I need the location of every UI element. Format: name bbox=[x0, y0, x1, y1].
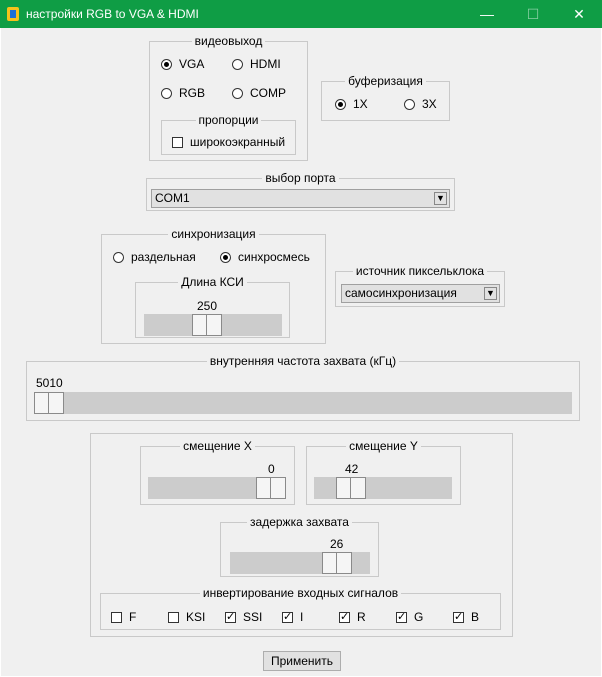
radio-hdmi-label: HDMI bbox=[250, 57, 281, 71]
radio-1x[interactable]: 1X bbox=[335, 97, 368, 111]
radio-rgb-label: RGB bbox=[179, 86, 206, 100]
port-select[interactable]: COM1 ▼ bbox=[151, 189, 450, 208]
ksi-value: 250 bbox=[197, 299, 218, 313]
chevron-down-icon[interactable]: ▼ bbox=[434, 192, 447, 205]
radio-indicator bbox=[232, 58, 243, 70]
radio-vga[interactable]: VGA bbox=[161, 57, 204, 71]
radio-1x-label: 1X bbox=[353, 97, 368, 111]
ksi-slider-thumb[interactable] bbox=[192, 314, 222, 336]
capture-freq-slider[interactable] bbox=[34, 392, 572, 414]
port-select-value: COM1 bbox=[155, 191, 190, 205]
invert-r-checkbox[interactable]: ✓ R bbox=[339, 610, 366, 624]
video-output-legend: видеовыход bbox=[194, 34, 263, 48]
invert-ksi-label: KSI bbox=[186, 610, 206, 624]
invert-i-checkbox[interactable]: ✓ I bbox=[282, 610, 303, 624]
offset-x-legend: смещение X bbox=[183, 439, 252, 453]
offset-y-legend: смещение Y bbox=[349, 439, 418, 453]
pixel-clock-select[interactable]: самосинхронизация ▼ bbox=[341, 284, 500, 303]
ksi-slider[interactable] bbox=[144, 314, 282, 336]
apply-button[interactable]: Применить bbox=[263, 651, 341, 671]
offset-y-slider-thumb[interactable] bbox=[336, 477, 366, 499]
invert-g-label: G bbox=[414, 610, 424, 624]
radio-separate-label: раздельная bbox=[131, 250, 196, 264]
radio-rgb[interactable]: RGB bbox=[161, 86, 205, 100]
capture-freq-legend: внутренняя частота захвата (кГц) bbox=[209, 354, 397, 368]
invert-i-label: I bbox=[300, 610, 304, 624]
offset-x-slider-thumb[interactable] bbox=[256, 477, 286, 499]
chevron-down-icon[interactable]: ▼ bbox=[484, 287, 497, 300]
checkbox-indicator: ✓ bbox=[396, 610, 407, 623]
offset-y-slider[interactable] bbox=[314, 477, 452, 499]
invert-legend: инвертирование входных сигналов bbox=[202, 586, 399, 600]
maximize-button[interactable]: ☐ bbox=[510, 0, 556, 28]
radio-3x[interactable]: 3X bbox=[404, 97, 437, 111]
window-client: видеовыход VGA HDMI RGB COMP пропорции ш… bbox=[1, 28, 601, 676]
widescreen-label: широкоэкранный bbox=[190, 135, 286, 149]
app-icon bbox=[7, 7, 19, 21]
invert-r-label: R bbox=[357, 610, 366, 624]
invert-f-checkbox[interactable]: F bbox=[111, 610, 136, 624]
pixel-clock-select-value: самосинхронизация bbox=[345, 286, 457, 300]
radio-composite-sync[interactable]: синхросмесь bbox=[220, 250, 310, 264]
radio-indicator bbox=[404, 98, 415, 110]
offset-y-value: 42 bbox=[345, 462, 359, 476]
invert-ssi-checkbox[interactable]: ✓ SSI bbox=[225, 610, 262, 624]
radio-comp[interactable]: COMP bbox=[232, 86, 286, 100]
widescreen-checkbox[interactable]: широкоэкранный bbox=[172, 135, 285, 149]
radio-composite-sync-label: синхросмесь bbox=[238, 250, 310, 264]
radio-separate[interactable]: раздельная bbox=[113, 250, 196, 264]
invert-g-checkbox[interactable]: ✓ G bbox=[396, 610, 423, 624]
radio-3x-label: 3X bbox=[422, 97, 437, 111]
invert-f-label: F bbox=[129, 610, 137, 624]
invert-b-label: B bbox=[471, 610, 480, 624]
capture-delay-slider[interactable] bbox=[230, 552, 370, 574]
radio-indicator bbox=[232, 87, 243, 99]
radio-hdmi[interactable]: HDMI bbox=[232, 57, 281, 71]
pixel-clock-legend: источник пиксельклока bbox=[355, 264, 485, 278]
radio-comp-label: COMP bbox=[250, 86, 286, 100]
invert-ssi-label: SSI bbox=[243, 610, 263, 624]
proportions-legend: пропорции bbox=[198, 113, 259, 127]
radio-indicator bbox=[113, 251, 124, 263]
checkbox-indicator bbox=[168, 611, 179, 623]
sync-legend: синхронизация bbox=[171, 227, 256, 241]
port-legend: выбор порта bbox=[265, 171, 336, 185]
checkbox-indicator: ✓ bbox=[282, 610, 293, 623]
title-bar: настройки RGB to VGA & HDMI — ☐ ✕ bbox=[0, 0, 602, 28]
radio-indicator bbox=[161, 87, 172, 99]
capture-freq-value: 5010 bbox=[36, 376, 63, 390]
checkbox-indicator bbox=[172, 136, 183, 148]
checkbox-indicator: ✓ bbox=[225, 610, 236, 623]
checkbox-indicator: ✓ bbox=[453, 610, 464, 623]
buffering-legend: буферизация bbox=[348, 74, 423, 88]
checkbox-indicator: ✓ bbox=[339, 610, 350, 623]
radio-indicator bbox=[335, 98, 346, 110]
window-title: настройки RGB to VGA & HDMI bbox=[26, 7, 199, 21]
radio-indicator bbox=[220, 251, 231, 263]
close-button[interactable]: ✕ bbox=[556, 0, 602, 28]
radio-vga-label: VGA bbox=[179, 57, 205, 71]
radio-indicator bbox=[161, 58, 172, 70]
capture-delay-legend: задержка захвата bbox=[250, 515, 349, 529]
checkbox-indicator bbox=[111, 611, 122, 623]
minimize-button[interactable]: — bbox=[464, 0, 510, 28]
invert-ksi-checkbox[interactable]: KSI bbox=[168, 610, 205, 624]
capture-delay-value: 26 bbox=[330, 537, 344, 551]
offset-x-slider[interactable] bbox=[148, 477, 286, 499]
offset-x-value: 0 bbox=[268, 462, 275, 476]
ksi-legend: Длина КСИ bbox=[181, 275, 244, 289]
invert-b-checkbox[interactable]: ✓ B bbox=[453, 610, 479, 624]
capture-freq-slider-thumb[interactable] bbox=[34, 392, 64, 414]
capture-delay-slider-thumb[interactable] bbox=[322, 552, 352, 574]
